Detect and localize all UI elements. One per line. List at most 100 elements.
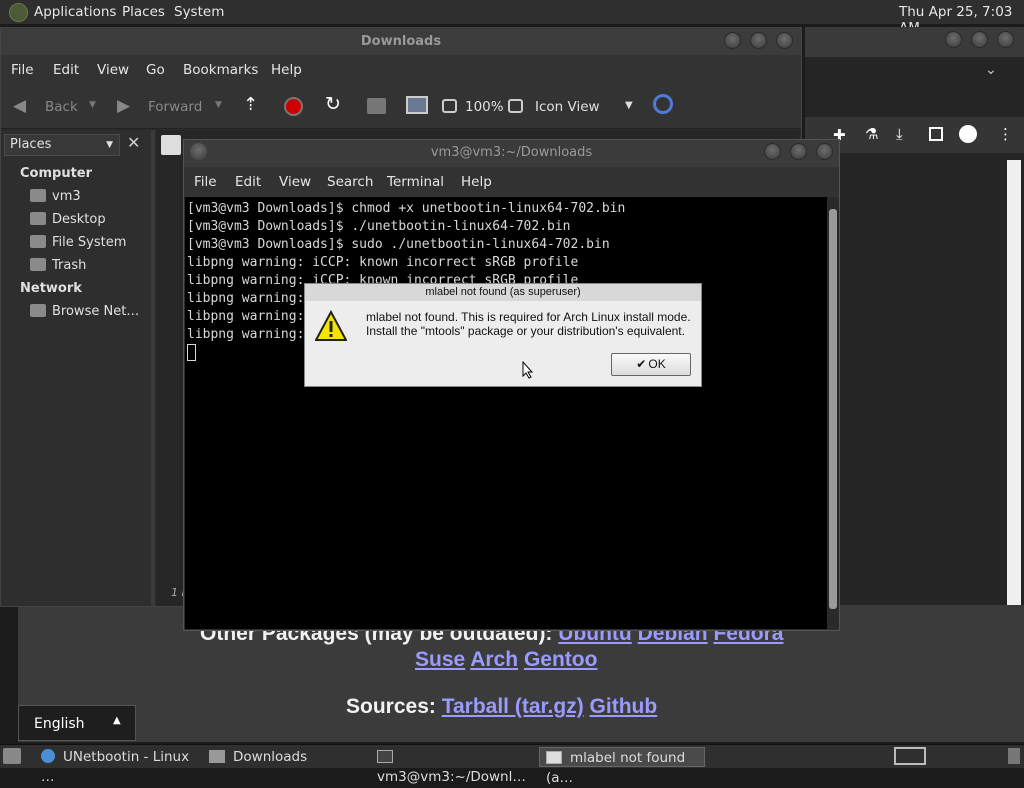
sidebar-item-browse-network[interactable]: Browse Net… (30, 304, 139, 319)
file-manager-menubar: File Edit View Go Bookmarks Help (1, 55, 801, 85)
terminal-output[interactable]: [vm3@vm3 Downloads]$ chmod +x unetbootin… (185, 197, 827, 629)
task-label: vm3@vm3:~/Downl… (377, 769, 526, 785)
task-terminal[interactable]: vm3@vm3:~/Downl… (371, 747, 536, 785)
download-icon[interactable]: ⤓ (896, 125, 903, 143)
task-unetbootin-browser[interactable]: UNetbootin - Linux … (35, 747, 200, 785)
scrollbar-thumb[interactable] (829, 209, 837, 609)
dialog-title[interactable]: mlabel not found (as superuser) (305, 284, 701, 301)
close-sidebar-icon[interactable]: ✕ (127, 133, 140, 152)
applications-menu[interactable]: Applications (34, 4, 116, 20)
terminal-line: [vm3@vm3 Downloads]$ ./unetbootin-linux6… (187, 219, 571, 234)
up-icon[interactable]: ⇡ (243, 94, 258, 115)
error-dialog: mlabel not found (as superuser) mlabel n… (304, 283, 702, 387)
language-select[interactable]: English ▲ (18, 705, 136, 741)
window-menu-icon[interactable] (190, 143, 207, 160)
menu-file[interactable]: File (194, 174, 217, 190)
back-dropdown-icon[interactable]: ▼ (89, 100, 96, 110)
view-mode-dropdown-icon[interactable]: ▼ (625, 100, 633, 111)
terminal-menubar: File Edit View Search Terminal Help (184, 167, 839, 197)
forward-button[interactable]: Forward (148, 99, 202, 115)
sidebar-item-filesystem[interactable]: File System (30, 235, 126, 250)
drive-icon (30, 235, 46, 248)
terminal-titlebar[interactable]: vm3@vm3:~/Downloads (184, 140, 839, 167)
menu-edit[interactable]: Edit (235, 174, 261, 190)
sidebar-item-label: vm3 (52, 189, 81, 204)
back-arrow-icon: ◀ (13, 96, 27, 116)
gentoo-link[interactable]: Gentoo (524, 648, 598, 671)
menu-go[interactable]: Go (146, 62, 165, 78)
caret-up-icon: ▲ (113, 715, 121, 726)
sidebar-item-vm3[interactable]: vm3 (30, 189, 81, 204)
task-downloads[interactable]: Downloads (203, 747, 368, 767)
sidebar-network-header: Network (20, 281, 82, 296)
menu-bookmarks[interactable]: Bookmarks (183, 62, 258, 78)
bottom-panel: UNetbootin - Linux … Downloads vm3@vm3:~… (0, 744, 1024, 786)
home-icon[interactable] (367, 98, 386, 114)
terminal-scrollbar[interactable] (827, 197, 839, 629)
menu-terminal[interactable]: Terminal (387, 174, 444, 190)
dialog-message-line: mlabel not found. This is required for A… (366, 310, 691, 324)
close-button[interactable] (997, 31, 1014, 48)
workspace-switcher[interactable] (894, 747, 926, 765)
menu-view[interactable]: View (97, 62, 129, 78)
zoom-out-icon[interactable] (442, 99, 457, 113)
view-mode-select[interactable]: Icon View (535, 99, 600, 115)
dialog-icon (546, 751, 562, 764)
close-button[interactable] (776, 32, 793, 49)
show-desktop-icon[interactable] (3, 748, 21, 764)
file-manager-titlebar[interactable]: Downloads (1, 28, 801, 55)
chevron-down-icon[interactable]: ⌄ (985, 62, 997, 78)
sidebar-icon[interactable] (929, 127, 943, 141)
flask-icon[interactable]: ⚗ (865, 125, 878, 143)
reload-icon[interactable]: ↻ (325, 93, 341, 115)
task-label: Downloads (233, 749, 308, 765)
zoom-level: 100% (465, 99, 504, 115)
menu-search[interactable]: Search (327, 174, 373, 190)
search-icon[interactable] (653, 94, 673, 114)
maximize-button[interactable] (790, 143, 807, 160)
minimize-button[interactable] (724, 32, 741, 49)
pane-divider[interactable] (151, 130, 155, 606)
maximize-button[interactable] (750, 32, 767, 49)
task-mlabel-dialog[interactable]: mlabel not found (a… (539, 747, 705, 786)
ok-button[interactable]: ✔ OK (611, 353, 691, 376)
minimize-button[interactable] (764, 143, 781, 160)
back-button[interactable]: Back (45, 99, 78, 115)
maximize-button[interactable] (971, 31, 988, 48)
close-button[interactable] (816, 143, 833, 160)
places-sidebar: Places ▼ ✕ Computer vm3 Desktop File Syst… (1, 130, 151, 606)
menu-edit[interactable]: Edit (53, 62, 79, 78)
home-folder-icon (30, 189, 46, 202)
trash-icon (30, 258, 46, 271)
sidebar-item-trash[interactable]: Trash (30, 258, 86, 273)
computer-icon[interactable] (406, 96, 428, 114)
places-menu[interactable]: Places (122, 4, 165, 20)
sidebar-item-label: Desktop (52, 212, 106, 227)
system-menu[interactable]: System (174, 4, 224, 20)
terminal-title: vm3@vm3:~/Downloads (430, 145, 593, 160)
arch-link[interactable]: Arch (470, 648, 518, 671)
places-selector[interactable]: Places ▼ (4, 134, 120, 156)
menu-view[interactable]: View (279, 174, 311, 190)
forward-dropdown-icon[interactable]: ▼ (215, 100, 222, 110)
account-icon[interactable] (959, 125, 977, 143)
sidebar-item-desktop[interactable]: Desktop (30, 212, 106, 227)
menu-help[interactable]: Help (271, 62, 302, 78)
minimize-button[interactable] (945, 31, 962, 48)
terminal-cursor (187, 344, 196, 361)
trash-applet-icon[interactable] (1008, 748, 1020, 764)
file-manager-title: Downloads (360, 34, 442, 49)
top-panel: Applications Places System Thu Apr 25, 7… (0, 0, 1024, 36)
more-menu-icon[interactable]: ⋮ (998, 125, 1013, 143)
suse-link[interactable]: Suse (415, 648, 465, 671)
menu-file[interactable]: File (11, 62, 34, 78)
stop-icon[interactable] (284, 97, 303, 116)
pencil-icon[interactable] (161, 135, 181, 155)
zoom-in-icon[interactable] (508, 99, 523, 113)
places-header-label: Places (10, 137, 52, 152)
gnome-foot-icon[interactable] (9, 3, 28, 22)
task-label: UNetbootin - Linux … (41, 749, 190, 785)
github-link[interactable]: Github (590, 695, 658, 718)
tarball-link[interactable]: Tarball (tar.gz) (442, 695, 584, 718)
menu-help[interactable]: Help (461, 174, 492, 190)
